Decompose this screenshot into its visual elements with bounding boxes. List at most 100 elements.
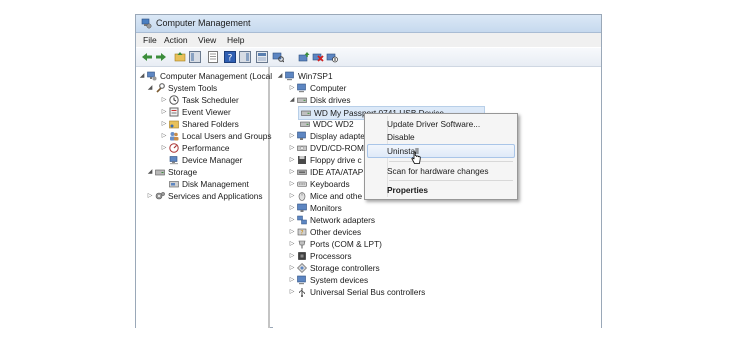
- menu-file[interactable]: File: [143, 35, 157, 45]
- collapse-arrow-icon[interactable]: ◢: [288, 94, 296, 106]
- device-tree-label: Win7SP1: [298, 71, 333, 81]
- disk-management-icon: [169, 181, 179, 188]
- expand-arrow-icon[interactable]: ▷: [288, 130, 296, 142]
- tree-item-label: Device Manager: [182, 155, 243, 165]
- expand-arrow-icon[interactable]: ▷: [160, 118, 168, 130]
- menu-separator: [389, 180, 513, 181]
- show-hide-action-pane-icon[interactable]: [239, 51, 251, 63]
- collapse-arrow-icon[interactable]: ◢: [276, 70, 284, 82]
- forward-arrow-icon[interactable]: [155, 51, 167, 63]
- tree-item-label: Storage: [168, 167, 198, 177]
- collapse-arrow-icon[interactable]: ◢: [146, 166, 154, 178]
- collapse-arrow-icon[interactable]: ◢: [138, 70, 146, 82]
- usb-icon: [299, 288, 305, 297]
- expand-arrow-icon[interactable]: ▷: [288, 82, 296, 94]
- expand-arrow-icon[interactable]: ▷: [288, 178, 296, 190]
- tree-item-label: System Tools: [168, 83, 218, 93]
- expand-arrow-icon[interactable]: ▷: [288, 202, 296, 214]
- expand-arrow-icon[interactable]: ▷: [288, 214, 296, 226]
- help-icon[interactable]: ?: [224, 51, 236, 63]
- device-manager-icon: [169, 156, 178, 165]
- processor-icon: [298, 252, 306, 260]
- device-tree-label: Keyboards: [310, 179, 350, 189]
- storage-controller-icon: [297, 263, 307, 273]
- hand-cursor-icon: [411, 151, 421, 164]
- device-tree-label: Disk drives: [310, 95, 351, 105]
- properties-view-icon[interactable]: [256, 51, 268, 63]
- users-icon: [170, 132, 179, 141]
- device-tree-label: System devices: [310, 275, 369, 285]
- tree-item-label: Services and Applications: [168, 191, 263, 201]
- device-tree-label: Ports (COM & LPT): [310, 239, 382, 249]
- device-tree-label: Network adapters: [310, 215, 376, 225]
- toolbar: ?: [136, 48, 601, 67]
- device-tree-label: Storage controllers: [310, 263, 380, 273]
- other-devices-icon: ?: [297, 228, 307, 236]
- computer-icon: [297, 83, 306, 93]
- network-adapter-icon: [297, 215, 307, 225]
- expand-arrow-icon[interactable]: ▷: [288, 262, 296, 274]
- menu-item-properties[interactable]: Properties: [367, 183, 515, 197]
- tree-item-label: Local Users and Groups: [182, 131, 272, 141]
- expand-arrow-icon[interactable]: ▷: [288, 286, 296, 298]
- expand-arrow-icon[interactable]: ▷: [288, 250, 296, 262]
- performance-icon: [169, 143, 179, 153]
- keyboard-icon: [297, 181, 307, 187]
- menu-item-label: Disable: [387, 132, 415, 142]
- device-tree-label: Universal Serial Bus controllers: [310, 287, 426, 297]
- menu-item-uninstall[interactable]: Uninstall: [367, 144, 515, 158]
- disk-drive-icon: [297, 97, 307, 103]
- collapse-arrow-icon[interactable]: ◢: [146, 82, 154, 94]
- expand-arrow-icon[interactable]: ▷: [160, 130, 168, 142]
- uninstall-device-icon[interactable]: [312, 51, 324, 63]
- device-tree-label: Monitors: [310, 203, 342, 213]
- expand-arrow-icon[interactable]: ▷: [288, 274, 296, 286]
- scan-hardware-icon[interactable]: [272, 51, 284, 63]
- device-context-menu: Update Driver Software... Disable Uninst…: [364, 113, 518, 200]
- system-tools-icon: [156, 83, 165, 93]
- expand-arrow-icon[interactable]: ▷: [288, 154, 296, 166]
- device-tree-label: Other devices: [310, 227, 362, 237]
- menu-help[interactable]: Help: [227, 35, 244, 45]
- device-tree-label: WDC WD2: [313, 119, 354, 129]
- expand-arrow-icon[interactable]: ▷: [146, 190, 154, 202]
- menu-item-disable[interactable]: Disable: [367, 130, 515, 144]
- svg-text:?: ?: [300, 229, 303, 236]
- up-folder-icon[interactable]: [174, 51, 186, 63]
- expand-arrow-icon[interactable]: ▷: [288, 142, 296, 154]
- menu-action[interactable]: Action: [164, 35, 188, 45]
- expand-arrow-icon[interactable]: ▷: [288, 226, 296, 238]
- expand-arrow-icon[interactable]: ▷: [160, 106, 168, 118]
- title-bar[interactable]: Computer Management: [136, 15, 601, 33]
- storage-icon: [155, 169, 165, 176]
- tree-item-label: Task Scheduler: [182, 95, 239, 105]
- device-tree-label: IDE ATA/ATAP: [310, 167, 364, 177]
- update-driver-icon[interactable]: [298, 51, 310, 63]
- export-list-icon[interactable]: [207, 51, 219, 63]
- computer-management-icon: [147, 71, 157, 81]
- tree-item-label: Shared Folders: [182, 119, 239, 129]
- back-arrow-icon[interactable]: [141, 51, 153, 63]
- expand-arrow-icon[interactable]: ▷: [288, 238, 296, 250]
- menu-item-label: Update Driver Software...: [387, 119, 481, 129]
- menu-item-update-driver[interactable]: Update Driver Software...: [367, 117, 515, 131]
- computer-management-icon: [141, 18, 152, 29]
- menu-view[interactable]: View: [198, 35, 216, 45]
- event-viewer-icon: [169, 107, 179, 117]
- expand-arrow-icon[interactable]: ▷: [288, 190, 296, 202]
- disable-device-icon[interactable]: [326, 51, 338, 63]
- tree-item-label: Computer Management (Local: [160, 71, 273, 81]
- menu-item-scan-hardware[interactable]: Scan for hardware changes: [367, 164, 515, 178]
- services-icon: [155, 192, 165, 200]
- device-tree-label: Display adapte: [310, 131, 365, 141]
- expand-arrow-icon[interactable]: ▷: [160, 142, 168, 154]
- expand-arrow-icon[interactable]: ▷: [160, 94, 168, 106]
- show-hide-tree-icon[interactable]: [189, 51, 201, 63]
- system-devices-icon: [297, 275, 306, 285]
- clock-icon: [169, 95, 179, 105]
- tree-item-label: Performance: [182, 143, 230, 153]
- monitor-icon: [297, 203, 307, 212]
- expand-arrow-icon[interactable]: ▷: [288, 166, 296, 178]
- tree-item-label: Disk Management: [182, 179, 249, 189]
- device-tree-label: Processors: [310, 251, 352, 261]
